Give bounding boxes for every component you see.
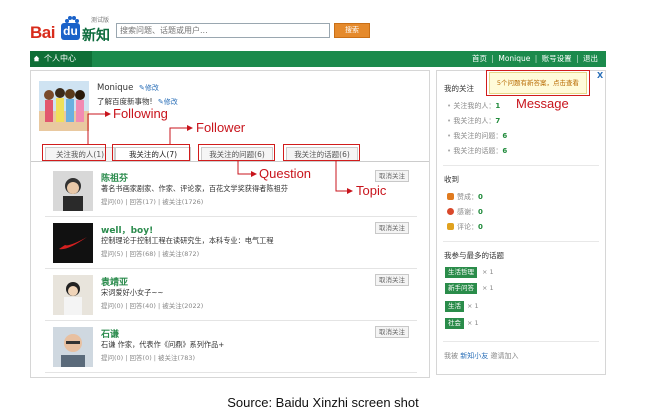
user-name-link[interactable]: 陈祖芬 — [101, 171, 128, 184]
search-button[interactable]: 搜索 — [334, 23, 370, 38]
sidebar-divider — [443, 241, 599, 242]
received-title: 收到 — [444, 175, 459, 184]
received-comments: 评论：0 — [447, 222, 483, 232]
annotation-message: Message — [516, 96, 569, 111]
edit-bio-link[interactable]: ✎修改 — [158, 98, 178, 106]
stat-followed-topics[interactable]: • 我关注的话题：6 — [447, 146, 507, 156]
user-stats: 提问(5) | 回答(68) | 被关注(872) — [101, 250, 200, 258]
topic-tab-highlight-box — [283, 144, 360, 161]
nav-personal-center[interactable]: 个人中心 — [30, 51, 92, 67]
topic-count: × 1 — [467, 302, 479, 310]
user-description: 石谦 作家，代表作《问鼎》系列作品+ — [101, 340, 225, 349]
user-name-link[interactable]: 袁靖亚 — [101, 275, 128, 288]
logo-xinzhi-text: 新知 — [82, 28, 110, 44]
search-input[interactable] — [116, 23, 330, 38]
logo-bai-text: Bai — [30, 23, 55, 42]
my-follow-title: 我的关注 — [444, 84, 474, 93]
nav-link-home[interactable]: 首页 — [472, 54, 487, 63]
heart-icon — [447, 208, 454, 215]
tabs-divider — [31, 161, 429, 162]
follower-tab-highlight-box — [42, 144, 106, 161]
nav-links: 首页 | Monique | 账号设置 | 退出 — [472, 51, 598, 67]
topic-tag[interactable]: 生活 — [445, 301, 464, 312]
baidu-xinzhi-logo[interactable]: Bai du 新知 测试版 — [30, 16, 110, 44]
sidebar-divider — [443, 165, 599, 166]
topic-count: × 1 — [482, 284, 494, 292]
user-name-link[interactable]: well，boy! — [101, 223, 153, 236]
topic-count: × 1 — [467, 319, 479, 327]
thumbs-up-icon — [447, 193, 454, 200]
topic-tag[interactable]: 社会 — [445, 318, 464, 329]
followed-user-row: well，boy! 控制理论于控制工程在读研究生，本科专业：电气工程 提问(5)… — [45, 217, 417, 269]
unfollow-button[interactable]: 取消关注 — [375, 170, 409, 182]
annotation-follower: Follower — [196, 120, 246, 135]
close-icon[interactable]: X — [597, 71, 603, 80]
profile-avatar[interactable] — [39, 81, 89, 131]
user-name-link[interactable]: 石谦 — [101, 327, 119, 340]
user-stats: 提问(0) | 回答(0) | 被关注(783) — [101, 354, 196, 362]
user-description: 著名书画家剧家、作家、评论家，百花文学奖获得者陈祖芬 — [101, 184, 288, 193]
sidebar-divider — [443, 341, 599, 342]
edit-username-link[interactable]: ✎修改 — [139, 84, 159, 92]
unfollow-button[interactable]: 取消关注 — [375, 274, 409, 286]
user-avatar[interactable] — [53, 327, 93, 367]
main-panel: Monique ✎修改 了解百度新事物! ✎修改 关注我的人(1) 我关注的人(… — [30, 70, 430, 378]
stat-following[interactable]: • 我关注的人：7 — [447, 116, 500, 126]
comment-icon — [447, 223, 454, 230]
username-text: Monique — [97, 83, 134, 93]
user-avatar[interactable] — [53, 171, 93, 211]
followed-user-row: 袁靖亚 宋词爱好小女子~~ 提问(0) | 回答(40) | 被关注(2022)… — [45, 269, 417, 321]
following-tab-highlight-box — [112, 144, 190, 161]
annotation-question: Question — [259, 166, 312, 181]
source-caption: Source: Baidu Xinzhi screen shot — [227, 395, 419, 410]
nav-link-logout[interactable]: 退出 — [583, 54, 598, 63]
nav-link-account-settings[interactable]: 账号设置 — [542, 54, 572, 63]
unfollow-button[interactable]: 取消关注 — [375, 222, 409, 234]
beta-label: 测试版 — [91, 17, 110, 24]
stat-followed-questions[interactable]: • 我关注的问题：6 — [447, 131, 507, 141]
right-sidebar: 我的关注 • 关注我的人：1 • 我关注的人：7 • 我关注的问题：6 • 我关… — [436, 70, 606, 375]
profile-username: Monique ✎修改 — [97, 83, 159, 93]
topic-count: × 1 — [482, 268, 494, 276]
invite-line: 我被 新知小友 邀请加入 — [444, 352, 519, 360]
user-stats: 提问(0) | 回答(17) | 被关注(1726) — [101, 198, 204, 206]
nav-personal-center-label: 个人中心 — [44, 54, 76, 63]
home-icon — [33, 55, 40, 62]
nav-separator: | — [491, 54, 494, 63]
logo-du-text: du — [61, 23, 80, 40]
bio-text: 了解百度新事物! — [97, 97, 153, 106]
stat-followers[interactable]: • 关注我的人：1 — [447, 101, 500, 111]
inviter-link[interactable]: 新知小友 — [460, 352, 488, 360]
nav-separator: | — [576, 54, 579, 63]
nav-link-username[interactable]: Monique — [498, 54, 530, 63]
top-topics-title: 我参与最多的话题 — [444, 251, 504, 260]
followed-user-row: 石谦 石谦 作家，代表作《问鼎》系列作品+ 提问(0) | 回答(0) | 被关… — [45, 321, 417, 373]
annotation-topic: Topic — [356, 183, 387, 198]
annotation-following: Following — [113, 106, 168, 121]
user-description: 控制理论于控制工程在读研究生，本科专业：电气工程 — [101, 236, 274, 245]
received-approvals: 赞成：0 — [447, 192, 483, 202]
message-highlight-box — [486, 70, 590, 96]
nav-separator: | — [534, 54, 538, 63]
user-stats: 提问(0) | 回答(40) | 被关注(2022) — [101, 302, 204, 310]
user-avatar[interactable] — [53, 223, 93, 263]
received-thanks: 感谢：0 — [447, 207, 483, 217]
user-avatar[interactable] — [53, 275, 93, 315]
user-description: 宋词爱好小女子~~ — [101, 288, 164, 297]
question-tab-highlight-box — [198, 144, 275, 161]
topic-tag[interactable]: 新手问答 — [445, 283, 477, 294]
topic-tag[interactable]: 生活哲理 — [445, 267, 477, 278]
top-nav-bar: 个人中心 首页 | Monique | 账号设置 | 退出 — [30, 51, 606, 67]
unfollow-button[interactable]: 取消关注 — [375, 326, 409, 338]
